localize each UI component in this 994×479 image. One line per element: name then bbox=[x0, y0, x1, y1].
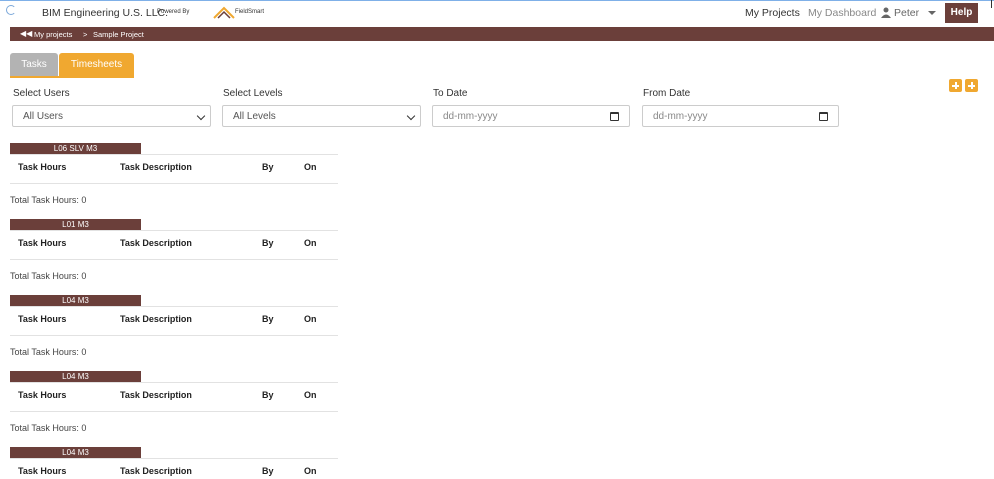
column-by: By bbox=[262, 466, 274, 476]
breadcrumb-my-projects[interactable]: My projects bbox=[34, 30, 72, 39]
column-task-hours: Task Hours bbox=[18, 390, 67, 400]
double-left-arrow-icon[interactable]: ◀◀ bbox=[20, 30, 32, 38]
column-task-description: Task Description bbox=[120, 466, 192, 476]
to-date-input[interactable]: dd-mm-yyyy bbox=[432, 105, 630, 127]
level-section: L01 M3 Task Hours Task Description By On… bbox=[10, 219, 340, 295]
calendar-icon[interactable] bbox=[610, 112, 619, 121]
help-button[interactable]: Help bbox=[945, 3, 978, 23]
level-header: L04 M3 bbox=[10, 371, 141, 382]
column-by: By bbox=[262, 390, 274, 400]
divider bbox=[10, 382, 338, 383]
to-date-placeholder: dd-mm-yyyy bbox=[443, 111, 498, 122]
level-section: L04 M3 Task Hours Task Description By On bbox=[10, 447, 340, 479]
level-header: L06 SLV M3 bbox=[10, 143, 141, 154]
tab-timesheets[interactable]: Timesheets bbox=[59, 53, 134, 76]
total-task-hours: Total Task Hours: 0 bbox=[10, 347, 87, 357]
company-name: BIM Engineering U.S. LLC. bbox=[42, 7, 169, 19]
add-button-secondary[interactable] bbox=[965, 79, 978, 92]
my-dashboard-link[interactable]: My Dashboard bbox=[808, 7, 876, 19]
column-on: On bbox=[304, 314, 317, 324]
powered-by-label: Powered By bbox=[157, 9, 190, 15]
to-date-label: To Date bbox=[433, 88, 468, 99]
divider bbox=[10, 230, 338, 231]
total-task-hours: Total Task Hours: 0 bbox=[10, 423, 87, 433]
window-edge bbox=[991, 0, 992, 8]
level-header: L04 M3 bbox=[10, 295, 141, 306]
loading-spinner-icon bbox=[6, 5, 16, 15]
from-date-input[interactable]: dd-mm-yyyy bbox=[642, 105, 839, 127]
column-on: On bbox=[304, 162, 317, 172]
add-button[interactable] bbox=[949, 79, 962, 92]
breadcrumb-separator: > bbox=[83, 30, 88, 39]
chevron-down-icon bbox=[406, 111, 416, 121]
level-section: L04 M3 Task Hours Task Description By On… bbox=[10, 371, 340, 447]
divider bbox=[10, 183, 338, 184]
user-icon bbox=[881, 7, 891, 18]
column-by: By bbox=[262, 162, 274, 172]
column-task-hours: Task Hours bbox=[18, 466, 67, 476]
top-bar: BIM Engineering U.S. LLC. Powered By Fie… bbox=[0, 1, 994, 24]
level-header: L04 M3 bbox=[10, 447, 141, 458]
select-levels-label: Select Levels bbox=[223, 88, 283, 99]
chevron-down-icon bbox=[196, 111, 206, 121]
calendar-icon[interactable] bbox=[819, 112, 828, 121]
from-date-placeholder: dd-mm-yyyy bbox=[653, 111, 708, 122]
level-section: L04 M3 Task Hours Task Description By On… bbox=[10, 295, 340, 371]
column-by: By bbox=[262, 314, 274, 324]
breadcrumb-current: Sample Project bbox=[93, 30, 144, 39]
column-task-hours: Task Hours bbox=[18, 162, 67, 172]
caret-down-icon[interactable] bbox=[928, 11, 936, 15]
column-task-description: Task Description bbox=[120, 162, 192, 172]
column-on: On bbox=[304, 466, 317, 476]
total-task-hours: Total Task Hours: 0 bbox=[10, 195, 87, 205]
column-task-description: Task Description bbox=[120, 314, 192, 324]
breadcrumb: ◀◀ My projects > Sample Project bbox=[10, 27, 994, 41]
column-task-hours: Task Hours bbox=[18, 314, 67, 324]
total-task-hours: Total Task Hours: 0 bbox=[10, 271, 87, 281]
select-levels-value: All Levels bbox=[233, 111, 276, 122]
level-section: L06 SLV M3 Task Hours Task Description B… bbox=[10, 143, 340, 219]
my-projects-link[interactable]: My Projects bbox=[745, 7, 800, 19]
divider bbox=[10, 154, 338, 155]
select-users-dropdown[interactable]: All Users bbox=[12, 105, 211, 127]
level-header: L01 M3 bbox=[10, 219, 141, 230]
select-users-label: Select Users bbox=[13, 88, 70, 99]
column-task-description: Task Description bbox=[120, 238, 192, 248]
user-menu[interactable]: Peter bbox=[894, 7, 919, 19]
divider bbox=[10, 306, 338, 307]
column-task-hours: Task Hours bbox=[18, 238, 67, 248]
logo-text: FieldSmart bbox=[235, 9, 265, 15]
column-on: On bbox=[304, 238, 317, 248]
divider bbox=[10, 335, 338, 336]
divider bbox=[10, 458, 338, 459]
tab-underline bbox=[10, 76, 134, 78]
column-on: On bbox=[304, 390, 317, 400]
from-date-label: From Date bbox=[643, 88, 691, 99]
divider bbox=[10, 259, 338, 260]
column-task-description: Task Description bbox=[120, 390, 192, 400]
column-by: By bbox=[262, 238, 274, 248]
select-levels-dropdown[interactable]: All Levels bbox=[222, 105, 421, 127]
divider bbox=[10, 411, 338, 412]
select-users-value: All Users bbox=[23, 111, 64, 122]
tab-tasks[interactable]: Tasks bbox=[10, 53, 58, 76]
